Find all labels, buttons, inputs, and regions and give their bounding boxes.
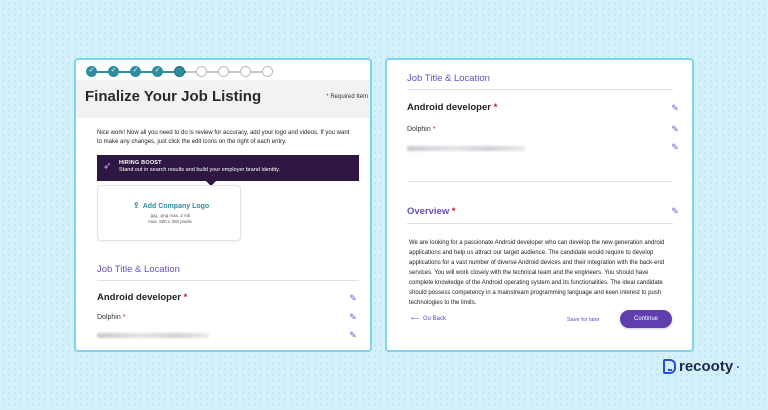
edit-company-icon[interactable]: ✎ (348, 312, 358, 322)
progress-stepper: ✓ ✓ ✓ ✓ (86, 66, 276, 78)
step-8 (240, 66, 251, 77)
section-title-job: Job Title & Location (407, 73, 490, 84)
section-divider (97, 280, 359, 281)
section-divider (407, 181, 673, 182)
brand-dot-icon: · (736, 359, 741, 374)
required-note: * Required Item (326, 94, 368, 100)
edit-overview-icon[interactable]: ✎ (670, 206, 680, 216)
job-title-value: Android developer * (97, 292, 188, 303)
save-later-button[interactable]: Save for later (567, 317, 600, 323)
section-divider (407, 89, 673, 90)
edit-location-icon[interactable]: ✎ (670, 142, 680, 152)
section-title-overview: Overview * (407, 206, 456, 217)
overview-text: We are looking for a passionate Android … (409, 240, 665, 306)
finalize-panel: ✓ ✓ ✓ ✓ Finalize Your Job Listing * Requ… (74, 58, 372, 352)
step-7 (218, 66, 229, 77)
add-logo-button[interactable]: ⇪ Add Company Logo (133, 201, 209, 210)
logo-upload-box[interactable]: ⇪ Add Company Logo .jpg, .png max. 2 mb m… (97, 185, 241, 241)
redacted-location (407, 146, 525, 151)
go-back-button[interactable]: ⟵ Go Back (411, 315, 446, 322)
step-3[interactable]: ✓ (130, 66, 141, 77)
redacted-location (97, 333, 209, 338)
step-5-current[interactable] (174, 66, 185, 77)
step-6 (196, 66, 207, 77)
review-panel: Job Title & Location Android developer *… (385, 58, 694, 352)
logo-hint-size: max. 600 x 300 pixels (148, 219, 192, 224)
cloud-upload-icon: ⇪ (133, 201, 140, 210)
continue-button[interactable]: Continue (620, 310, 672, 328)
boost-title: HIRING BOOST (119, 160, 162, 166)
brand-logo: recooty · (663, 358, 740, 375)
arrow-left-icon: ⟵ (411, 316, 420, 322)
page-title: Finalize Your Job Listing (85, 88, 262, 105)
boost-text: Stand out in search results and build yo… (119, 167, 281, 173)
recooty-mark-icon (663, 359, 676, 374)
edit-location-icon[interactable]: ✎ (348, 330, 358, 340)
company-value: Dolphin * (97, 314, 126, 321)
brand-name: recooty (679, 358, 734, 375)
edit-job-title-icon[interactable]: ✎ (670, 103, 680, 113)
step-2[interactable]: ✓ (108, 66, 119, 77)
company-value: Dolphin * (407, 126, 436, 133)
intro-text: Nice work! Now all you need to do is rev… (97, 130, 350, 145)
edit-job-title-icon[interactable]: ✎ (348, 293, 358, 303)
section-title-job: Job Title & Location (97, 264, 180, 275)
hiring-boost-banner: ➶ HIRING BOOST Stand out in search resul… (97, 155, 359, 181)
rocket-icon: ➶ (103, 161, 112, 172)
step-1[interactable]: ✓ (86, 66, 97, 77)
edit-company-icon[interactable]: ✎ (670, 124, 680, 134)
job-title-value: Android developer * (407, 102, 498, 113)
step-9 (262, 66, 273, 77)
step-4[interactable]: ✓ (152, 66, 163, 77)
section-divider (407, 223, 673, 224)
